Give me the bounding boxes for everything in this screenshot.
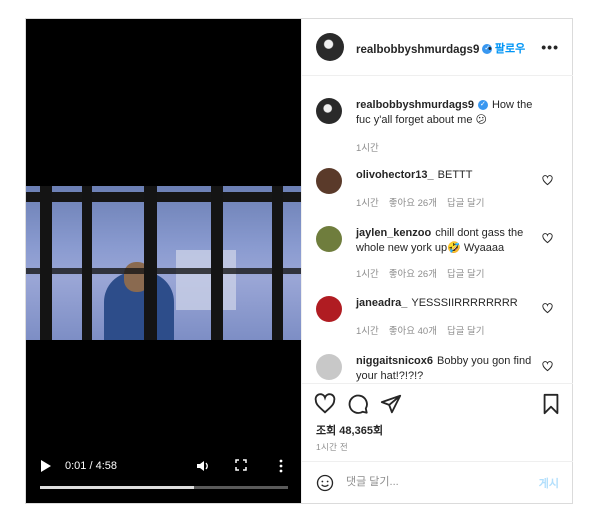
- play-icon[interactable]: [40, 459, 52, 473]
- follow-label: 팔로우: [494, 43, 526, 55]
- comment-text-block: niggaitsnicox6 Bobby you gon find your ha…: [356, 354, 546, 382]
- post-header: realbobbyshmurdags9 ✓ • 팔로우 •••: [302, 19, 573, 76]
- post-comment-button[interactable]: 게시: [539, 475, 559, 491]
- caption-meta: 1시간: [356, 140, 389, 154]
- post-time[interactable]: 1시간 전: [316, 441, 348, 453]
- share-icon[interactable]: [380, 393, 402, 415]
- avatar[interactable]: [316, 98, 342, 124]
- post-actions: 조회 48,365회 1시간 전: [302, 383, 573, 454]
- comment-time[interactable]: 1시간: [356, 269, 379, 280]
- more-options-icon[interactable]: •••: [541, 39, 559, 55]
- comment-text: BETTT: [437, 169, 473, 181]
- comment-meta: 1시간 좋아요 26개 답글 달기: [356, 266, 495, 280]
- reply-button[interactable]: 답글 달기: [447, 326, 485, 337]
- video-player[interactable]: 0:01 / 4:58: [26, 19, 301, 503]
- caption-username[interactable]: realbobbyshmurdags9: [356, 99, 474, 111]
- comment-time[interactable]: 1시간: [356, 198, 379, 209]
- more-vertical-icon[interactable]: [279, 459, 283, 473]
- avatar[interactable]: [316, 296, 342, 322]
- avatar[interactable]: [316, 226, 342, 252]
- post-card: 0:01 / 4:58 realbobbyshmurdags9 ✓ • 팔로우 •…: [25, 18, 573, 504]
- post-sidebar: realbobbyshmurdags9 ✓ • 팔로우 ••• realbobby…: [301, 19, 573, 503]
- video-progress-bar[interactable]: [40, 486, 288, 489]
- comment-text-block: janeadra_ YESSSIIRRRRRRRR: [356, 296, 546, 311]
- avatar[interactable]: [316, 168, 342, 194]
- avatar[interactable]: [316, 354, 342, 380]
- bookmark-icon[interactable]: [540, 393, 562, 415]
- video-frame: [26, 186, 301, 340]
- heart-icon[interactable]: [542, 175, 553, 186]
- volume-icon[interactable]: [196, 459, 210, 473]
- reply-button[interactable]: 답글 달기: [447, 269, 485, 280]
- comment-likes[interactable]: 좋아요 26개: [389, 269, 437, 280]
- comment-meta: 1시간 좋아요 40개 답글 달기: [356, 323, 495, 337]
- verified-badge-icon: ✓: [477, 100, 488, 111]
- comment-icon[interactable]: [347, 393, 369, 415]
- comment-username[interactable]: jaylen_kenzoo: [356, 227, 431, 239]
- video-progress-fill: [40, 486, 194, 489]
- fullscreen-icon[interactable]: [235, 459, 247, 471]
- comment-text-block: jaylen_kenzoo chill dont gass the whole n…: [356, 226, 546, 256]
- video-controls: 0:01 / 4:58: [26, 459, 301, 503]
- follow-button[interactable]: • 팔로우: [488, 40, 525, 56]
- header-username[interactable]: realbobbyshmurdags9: [356, 44, 479, 56]
- video-time: 0:01 / 4:58: [65, 460, 117, 472]
- emoji-icon[interactable]: [316, 474, 334, 492]
- comment-text-block: olivohector13_ BETTT: [356, 168, 546, 183]
- comment-username[interactable]: olivohector13_: [356, 169, 434, 181]
- avatar[interactable]: [316, 33, 344, 61]
- caption-time[interactable]: 1시간: [356, 143, 379, 154]
- heart-icon[interactable]: [542, 361, 553, 372]
- comment-username[interactable]: niggaitsnicox6: [356, 355, 433, 367]
- comment-time[interactable]: 1시간: [356, 326, 379, 337]
- comment-input[interactable]: [346, 472, 516, 492]
- comment-username[interactable]: janeadra_: [356, 297, 407, 309]
- comments-list[interactable]: realbobbyshmurdags9 ✓ How the fuc y'all fo…: [302, 76, 573, 382]
- caption-text-block: realbobbyshmurdags9 ✓ How the fuc y'all fo…: [356, 98, 546, 128]
- comment-likes[interactable]: 좋아요 26개: [389, 198, 437, 209]
- comment-likes[interactable]: 좋아요 40개: [389, 326, 437, 337]
- heart-icon[interactable]: [542, 303, 553, 314]
- heart-icon[interactable]: [542, 233, 553, 244]
- reply-button[interactable]: 답글 달기: [447, 198, 485, 209]
- heart-icon[interactable]: [314, 393, 336, 415]
- separator: •: [488, 43, 492, 55]
- header-username-block: realbobbyshmurdags9 ✓: [356, 40, 493, 58]
- view-count[interactable]: 조회 48,365회: [316, 422, 383, 438]
- comment-meta: 1시간 좋아요 26개 답글 달기: [356, 195, 495, 209]
- comment-text: YESSSIIRRRRRRRR: [411, 297, 518, 309]
- add-comment-bar: 게시: [302, 461, 573, 504]
